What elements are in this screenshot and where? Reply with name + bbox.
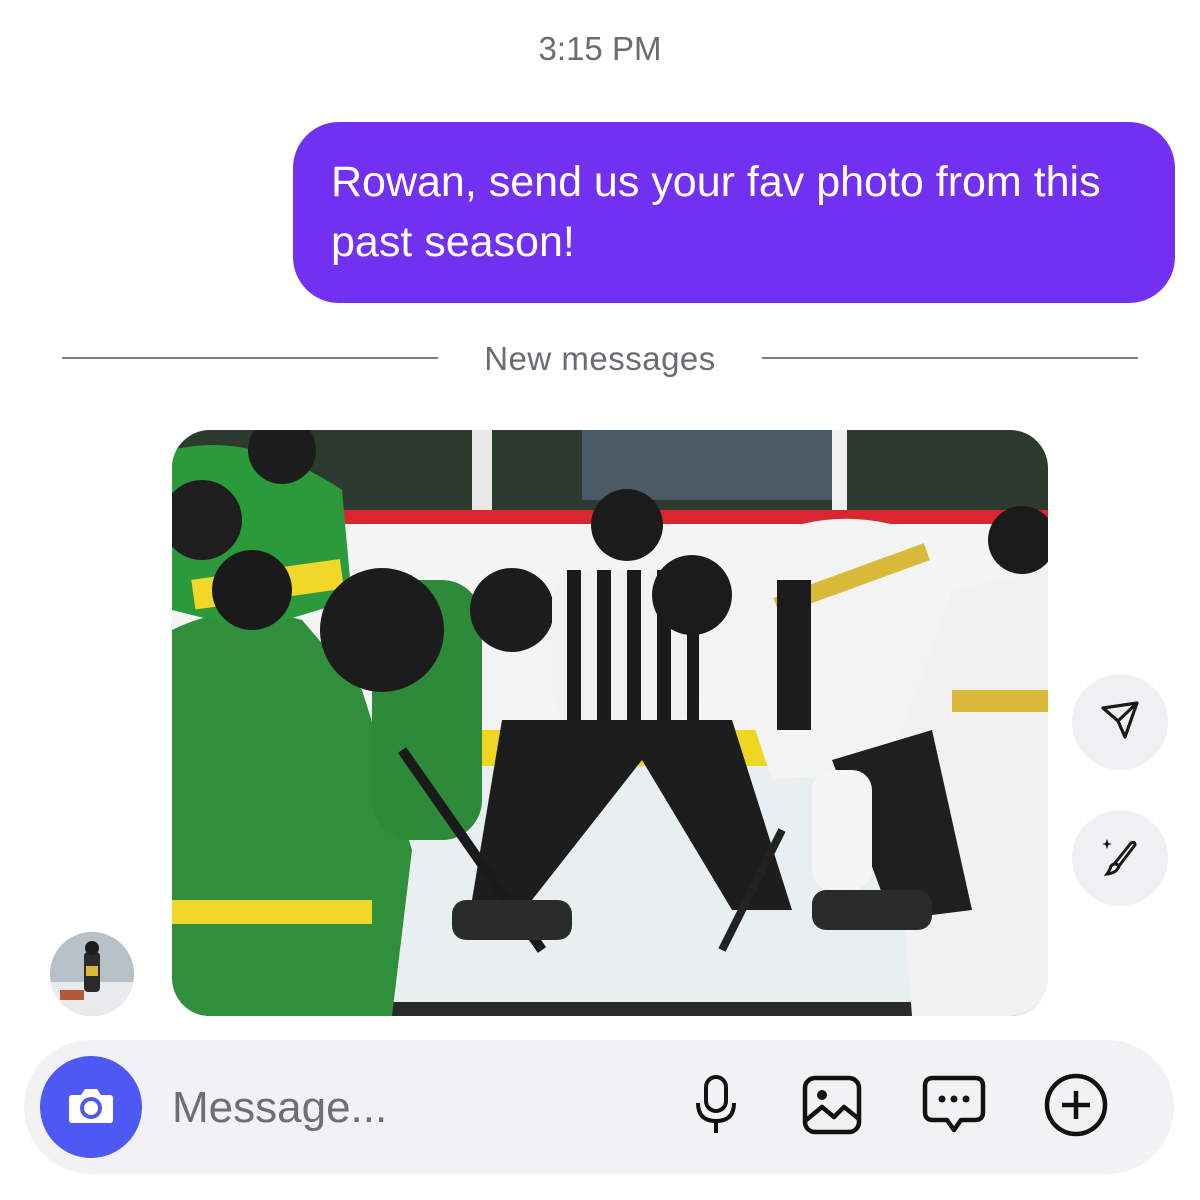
divider-line-right (762, 357, 1138, 359)
edit-button[interactable] (1072, 810, 1168, 906)
edit-icon (1097, 833, 1143, 884)
outgoing-message-bubble[interactable]: Rowan, send us your fav photo from this … (293, 122, 1175, 303)
sender-avatar[interactable] (50, 932, 134, 1016)
message-timestamp: 3:15 PM (538, 30, 662, 67)
message-composer: Message... (24, 1040, 1174, 1174)
message-input[interactable]: Message... (172, 1083, 387, 1133)
gallery-icon (800, 1073, 864, 1142)
sticker-button[interactable] (920, 1073, 988, 1141)
camera-button[interactable] (40, 1056, 142, 1158)
add-button[interactable] (1042, 1073, 1110, 1141)
microphone-icon (692, 1073, 740, 1142)
plus-icon (1043, 1072, 1109, 1143)
send-button[interactable] (1072, 674, 1168, 770)
hockey-faceoff-photo[interactable] (172, 430, 1048, 1016)
sticker-chat-icon (921, 1074, 987, 1141)
divider-label: New messages (484, 340, 716, 377)
gallery-button[interactable] (798, 1073, 866, 1141)
camera-icon (66, 1083, 116, 1132)
send-icon (1098, 698, 1142, 747)
new-messages-divider: New messages (0, 340, 1200, 377)
microphone-button[interactable] (682, 1073, 750, 1141)
